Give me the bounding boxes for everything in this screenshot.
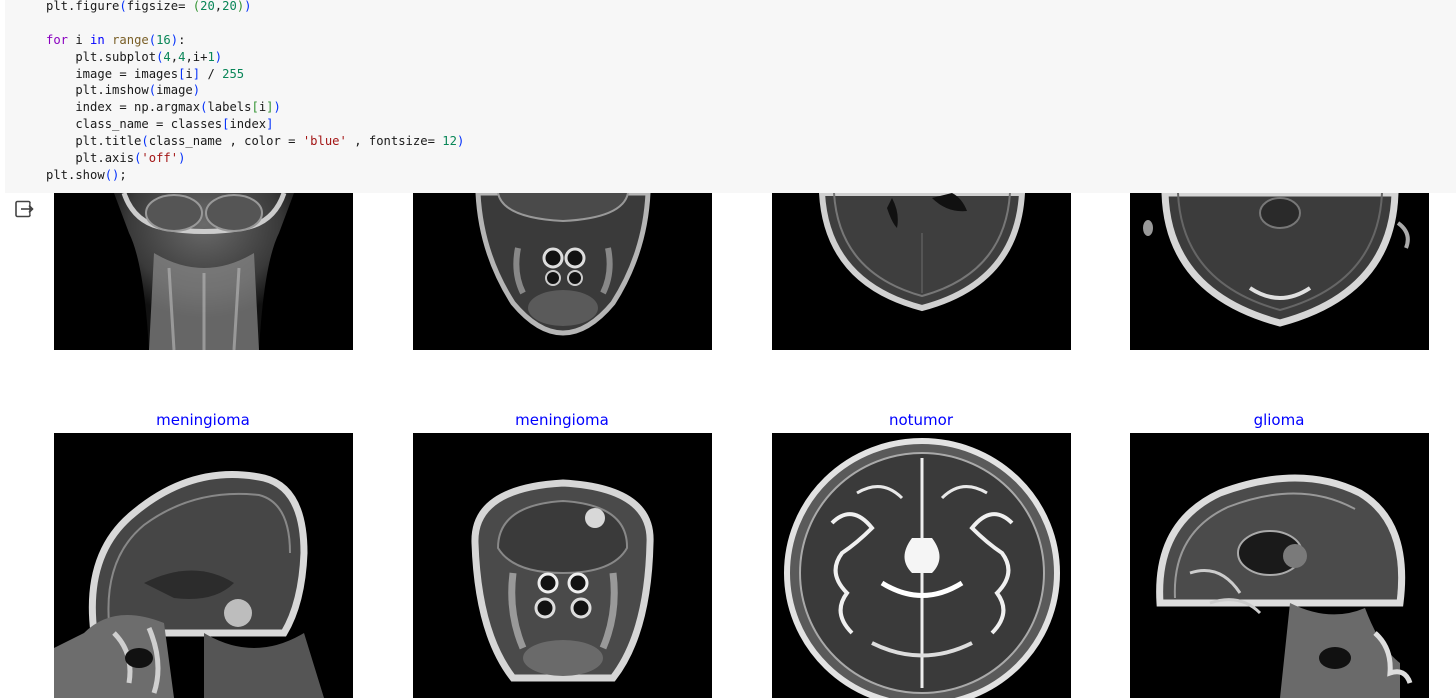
code-token: ) (244, 0, 252, 13)
subplot-title-2: meningioma (515, 411, 609, 429)
code-token: plt.show (46, 167, 105, 182)
code-line: image = images[i] / 255 (46, 66, 464, 83)
code-token: [ (251, 100, 259, 115)
code-line: plt.imshow(image) (46, 82, 464, 99)
code-line: plt.show(); (46, 167, 464, 184)
code-token: range (112, 32, 149, 47)
code-token: 20 (222, 0, 237, 13)
code-cell[interactable]: plt.figure(figsize= (20,20)) for i in ra… (5, 0, 1456, 193)
code-token: in (90, 32, 105, 47)
code-token: 'off' (141, 151, 179, 166)
code-token: / (200, 66, 223, 81)
code-line: class_name = classes[index] (46, 116, 464, 133)
code-token: class_name , color = (148, 134, 303, 149)
code-token: 4 (163, 49, 171, 64)
code-token: i (185, 66, 193, 81)
mri-image-top-4 (1130, 193, 1429, 350)
mri-image-bottom-3 (772, 433, 1071, 698)
code-token: ,i+ (185, 49, 208, 64)
subplot-title-4: glioma (1253, 411, 1305, 429)
subplot-title-1: meningioma (156, 411, 250, 429)
code-line: for i in range(16): (46, 32, 464, 49)
code-token: , fontsize= (346, 134, 443, 149)
code-token: ] (266, 100, 274, 115)
code-token: ) (273, 100, 281, 115)
mri-image-top-1 (54, 193, 353, 350)
code-token: ( (148, 83, 157, 98)
code-token: 20 (200, 0, 215, 13)
code-token: figsize= (126, 0, 193, 13)
code-token: ; (119, 167, 127, 182)
code-token: ) (214, 49, 223, 64)
code-line: plt.axis('off') (46, 150, 464, 167)
code-token: i (68, 32, 91, 47)
code-token: ) (192, 83, 201, 98)
code-token: ( (104, 167, 113, 182)
code-token: 255 (222, 66, 245, 81)
code-token: ] (266, 117, 274, 132)
code-token: 16 (156, 32, 171, 47)
code-token: : (178, 32, 186, 47)
code-token: image = images (46, 66, 179, 81)
code-token: ) (178, 151, 186, 166)
code-token: plt.figure (46, 0, 120, 13)
code-token: labels (207, 100, 252, 115)
code-token: ( (192, 0, 201, 13)
code-token: index = np.argmax (46, 100, 201, 115)
code-token: ( (119, 0, 127, 13)
code-token: ] (192, 66, 201, 81)
code-token: image (156, 83, 193, 98)
code-token: plt.axis (46, 151, 135, 166)
code-line: index = np.argmax(labels[i]) (46, 99, 464, 116)
code-token: index (229, 117, 267, 132)
code-token: ( (141, 134, 149, 149)
code-token: for (46, 32, 69, 47)
mri-image-bottom-1 (54, 433, 353, 698)
code-token: plt.imshow (46, 83, 149, 98)
cell-output: meningioma meningioma notumor glioma (0, 193, 1456, 698)
mri-image-bottom-2 (413, 433, 712, 698)
code-token: class_name = classes (46, 117, 223, 132)
code-token: plt.subplot (46, 49, 157, 64)
code-line: plt.title(class_name , color = 'blue' , … (46, 133, 464, 150)
code-token: plt.title (46, 134, 142, 149)
code-token: 'blue' (302, 134, 347, 149)
code-token: 1 (207, 49, 215, 64)
subplot-title-3: notumor (888, 411, 954, 429)
code-line: plt.subplot(4,4,i+1) (46, 49, 464, 66)
mri-image-top-3 (772, 193, 1071, 350)
code-editor[interactable]: plt.figure(figsize= (20,20)) for i in ra… (46, 0, 464, 184)
code-token: 12 (442, 134, 457, 149)
mri-image-top-2 (413, 193, 712, 350)
code-token: , (170, 49, 179, 64)
mri-image-bottom-4 (1130, 433, 1429, 698)
code-line: plt.figure(figsize= (20,20)) (46, 0, 464, 15)
code-token: ) (456, 134, 465, 149)
code-token: ( (148, 32, 157, 47)
